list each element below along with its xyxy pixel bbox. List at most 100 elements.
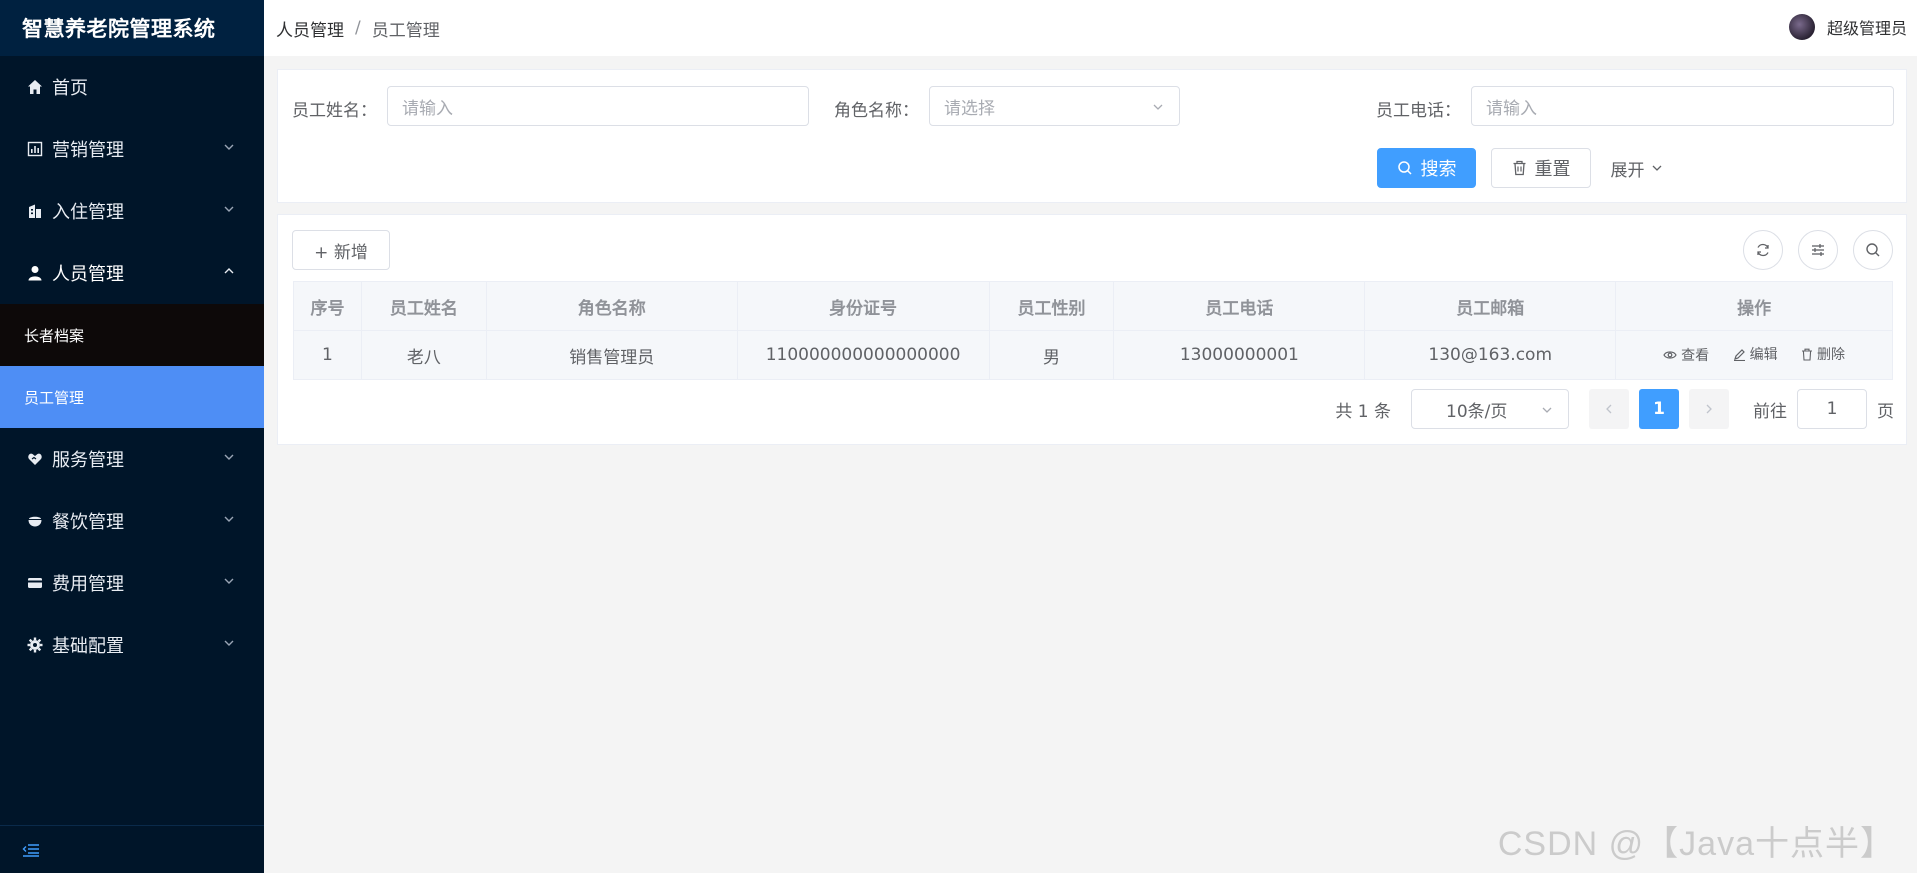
chevron-down-icon <box>224 516 234 522</box>
sidebar-item-label: 首页 <box>52 78 88 99</box>
sidebar-item-checkin[interactable]: 入住管理 <box>0 180 264 242</box>
sidebar: 智慧养老院管理系统 首页 营销管理 入住管理 人员管理 长者档案 员工管理 服务… <box>0 0 264 873</box>
page-suffix: 页 <box>1877 401 1894 422</box>
sidebar-subitem-staff-management[interactable]: 员工管理 <box>0 366 264 428</box>
chevron-right-icon <box>1706 404 1712 414</box>
column-header: 操作 <box>1615 281 1893 331</box>
menu-fold-icon <box>22 843 39 857</box>
cell-email: 130@163.com <box>1364 330 1617 380</box>
role-select[interactable]: 请选择 <box>929 86 1180 126</box>
card-icon <box>26 574 44 592</box>
chevron-down-icon <box>224 454 234 460</box>
user-icon <box>26 264 44 282</box>
sidebar-item-home[interactable]: 首页 <box>0 56 264 118</box>
sidebar-item-catering[interactable]: 餐饮管理 <box>0 490 264 552</box>
role-label: 角色名称： <box>834 101 919 121</box>
chevron-down-icon <box>1542 407 1552 413</box>
column-header: 身份证号 <box>736 281 990 331</box>
heart-hand-icon <box>26 450 44 468</box>
goto-label: 前往 <box>1753 401 1787 422</box>
eye-icon <box>1663 351 1677 359</box>
sidebar-subitem-label: 员工管理 <box>24 388 85 407</box>
edit-label: 编辑 <box>1749 347 1778 364</box>
column-header: 员工邮箱 <box>1364 281 1617 331</box>
expand-button[interactable]: 展开 <box>1602 148 1672 188</box>
pagination-total: 共 1 条 <box>1335 401 1391 422</box>
chevron-down-icon <box>224 578 234 584</box>
view-link[interactable]: 查看 <box>1663 345 1709 365</box>
home-icon <box>26 78 44 96</box>
sidebar-item-label: 基础配置 <box>52 636 124 657</box>
cell-id-number: 110000000000000000 <box>736 330 990 380</box>
collapse-sidebar-button[interactable] <box>0 825 264 873</box>
delete-link[interactable]: 删除 <box>1801 344 1845 364</box>
chevron-up-icon <box>224 268 234 274</box>
avatar <box>1788 14 1815 40</box>
prev-page-button[interactable] <box>1589 389 1629 429</box>
sidebar-item-label: 服务管理 <box>52 450 124 471</box>
staff-name-input[interactable]: 请输入 <box>387 86 809 126</box>
goto-page-value: 1 <box>1826 399 1838 419</box>
app-title: 智慧养老院管理系统 <box>0 0 264 56</box>
refresh-button[interactable] <box>1743 230 1783 270</box>
toggle-search-button[interactable] <box>1853 230 1893 270</box>
edit-icon <box>1733 348 1745 361</box>
cell-name: 老八 <box>360 330 487 380</box>
sidebar-item-config[interactable]: 基础配置 <box>0 614 264 676</box>
building-icon <box>26 202 44 220</box>
top-header: 人员管理 / 员工管理 超级管理员 <box>264 0 1917 56</box>
page-size-select[interactable]: 10条/页 <box>1411 389 1569 429</box>
edit-link[interactable]: 编辑 <box>1733 344 1778 364</box>
trash-icon <box>1801 348 1812 361</box>
breadcrumb-item[interactable]: 人员管理 <box>276 16 344 41</box>
pagination: 共 1 条 10条/页 1 前往 1 页 <box>1335 389 1894 429</box>
cell-phone: 13000000001 <box>1113 330 1366 380</box>
column-header: 员工电话 <box>1113 281 1366 331</box>
add-button[interactable]: + 新增 <box>292 230 390 270</box>
staff-phone-input[interactable]: 请输入 <box>1471 86 1894 126</box>
sidebar-item-fees[interactable]: 费用管理 <box>0 552 264 614</box>
search-button[interactable]: 搜索 <box>1377 148 1476 188</box>
sidebar-subitem-elder-archive[interactable]: 长者档案 <box>0 304 264 366</box>
next-page-button[interactable] <box>1689 389 1729 429</box>
trash-icon <box>1513 160 1525 176</box>
user-menu[interactable]: 超级管理员 <box>1788 14 1907 40</box>
page-size-value: 10条/页 <box>1446 401 1508 422</box>
chevron-down-icon <box>224 640 234 646</box>
reset-button-label: 重置 <box>1534 159 1571 180</box>
cell-role: 销售管理员 <box>485 330 738 380</box>
goto-page-input[interactable]: 1 <box>1797 389 1867 429</box>
sliders-icon <box>1812 244 1824 256</box>
reset-button[interactable]: 重置 <box>1491 148 1591 188</box>
table-row: 1 老八 销售管理员 110000000000000000 男 13000000… <box>293 330 1893 380</box>
refresh-icon <box>1757 243 1769 257</box>
page-number-current[interactable]: 1 <box>1639 389 1679 429</box>
sidebar-item-personnel[interactable]: 人员管理 <box>0 242 264 304</box>
watermark: CSDN @【Java十点半】 <box>1497 825 1895 863</box>
sidebar-item-service[interactable]: 服务管理 <box>0 428 264 490</box>
column-settings-button[interactable] <box>1798 230 1838 270</box>
staff-table: 序号 员工姓名 角色名称 身份证号 员工性别 员工电话 员工邮箱 操作 1 老八… <box>293 281 1893 380</box>
column-header: 序号 <box>293 281 362 331</box>
table-panel: + 新增 序号 员工姓名 角色名称 身份证号 员工性别 员工电话 员工邮箱 操作 <box>277 214 1907 445</box>
search-icon <box>1397 161 1412 175</box>
breadcrumb-item-current: 员工管理 <box>371 20 440 41</box>
phone-label: 员工电话： <box>1376 101 1461 121</box>
placeholder: 请输入 <box>402 98 453 119</box>
sidebar-item-label: 餐饮管理 <box>52 512 124 533</box>
chevron-down-icon <box>224 206 234 212</box>
cell-gender: 男 <box>988 330 1115 380</box>
gear-icon <box>26 636 44 654</box>
sidebar-item-label: 费用管理 <box>52 574 124 595</box>
breadcrumb-separator: / <box>355 18 361 38</box>
placeholder: 请选择 <box>944 98 995 119</box>
sidebar-subitem-label: 长者档案 <box>24 326 85 345</box>
delete-label: 删除 <box>1816 347 1845 364</box>
search-icon <box>1866 243 1880 257</box>
chevron-down-icon <box>1153 104 1163 110</box>
column-header: 员工性别 <box>988 281 1115 331</box>
breadcrumb: 人员管理 / 员工管理 <box>276 16 440 41</box>
sidebar-item-marketing[interactable]: 营销管理 <box>0 118 264 180</box>
sidebar-item-label: 营销管理 <box>52 140 124 161</box>
name-label: 员工姓名： <box>292 101 377 121</box>
